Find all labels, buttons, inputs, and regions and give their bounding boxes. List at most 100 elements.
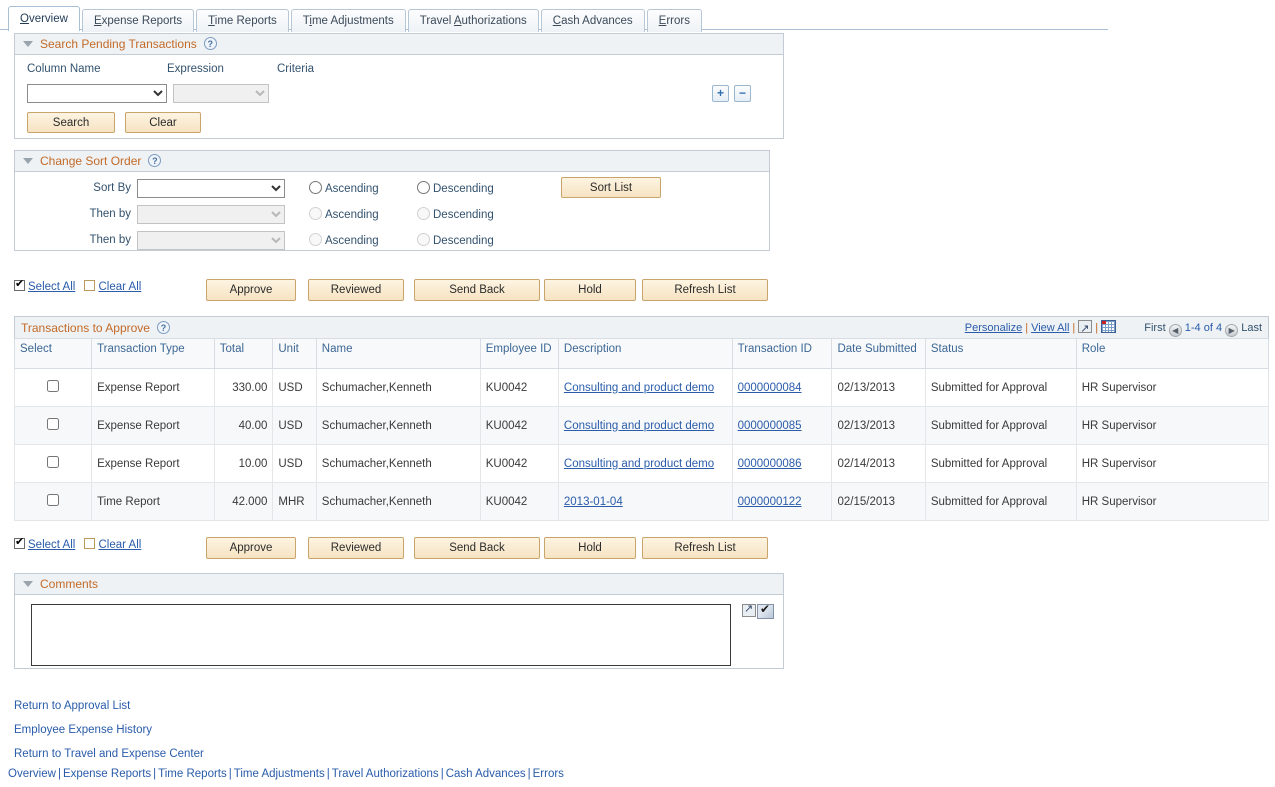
cell-description-link[interactable]: Consulting and product demo bbox=[564, 382, 714, 394]
footer-link-time-reports[interactable]: Time Reports bbox=[158, 768, 227, 780]
row-select-checkbox[interactable] bbox=[47, 494, 59, 506]
column-header-employee-id[interactable]: Employee ID bbox=[480, 339, 558, 369]
column-header-role[interactable]: Role bbox=[1076, 339, 1268, 369]
footer-link-time-adjustments[interactable]: Time Adjustments bbox=[234, 768, 325, 780]
sort-descending-option-1[interactable]: Descending bbox=[417, 181, 494, 195]
sort-select-3[interactable] bbox=[137, 231, 285, 250]
column-header-select[interactable]: Select bbox=[15, 339, 92, 369]
tab-time-adjustments[interactable]: Time Adjustments bbox=[291, 9, 406, 32]
triangle-down-icon[interactable] bbox=[23, 158, 33, 164]
cell-transaction-id[interactable]: 0000000086 bbox=[732, 445, 832, 483]
sort-ascending-option-2[interactable]: Ascending bbox=[309, 207, 379, 221]
column-name-select[interactable] bbox=[27, 84, 167, 103]
column-header-unit[interactable]: Unit bbox=[273, 339, 316, 369]
sort-ascending-radio-1[interactable] bbox=[309, 181, 322, 194]
tab-expense-reports[interactable]: Expense Reports bbox=[82, 9, 194, 32]
select-all-link-bottom[interactable]: Select All bbox=[14, 538, 75, 551]
cell-transaction-id-link[interactable]: 0000000085 bbox=[738, 420, 802, 432]
column-header-date-submitted[interactable]: Date Submitted bbox=[832, 339, 925, 369]
tab-travel-authorizations[interactable]: Travel Authorizations bbox=[408, 9, 539, 32]
cell-description-link[interactable]: Consulting and product demo bbox=[564, 420, 714, 432]
footer-link-cash-advances[interactable]: Cash Advances bbox=[446, 768, 526, 780]
add-criteria-row-button[interactable]: + bbox=[712, 85, 729, 102]
tab-time-reports[interactable]: Time Reports bbox=[196, 9, 289, 32]
delete-criteria-row-button[interactable]: − bbox=[734, 85, 751, 102]
sort-ascending-radio-2[interactable] bbox=[309, 207, 322, 220]
grid-view-icon[interactable] bbox=[1101, 320, 1116, 333]
send-back-button-top[interactable]: Send Back bbox=[414, 279, 540, 301]
sort-select-2[interactable] bbox=[137, 205, 285, 224]
question-icon[interactable]: ? bbox=[157, 321, 170, 334]
select-all-link-top[interactable]: Select All bbox=[14, 280, 75, 293]
column-header-transaction-id[interactable]: Transaction ID bbox=[732, 339, 832, 369]
row-select-checkbox[interactable] bbox=[47, 456, 59, 468]
expand-window-icon[interactable] bbox=[742, 604, 756, 617]
tab-overview[interactable]: Overview bbox=[8, 6, 80, 31]
sort-list-button[interactable]: Sort List bbox=[561, 177, 661, 198]
cell-transaction-id[interactable]: 0000000122 bbox=[732, 483, 832, 521]
prev-arrow-icon[interactable]: ◀ bbox=[1169, 324, 1182, 337]
footer-link-errors[interactable]: Errors bbox=[533, 768, 564, 780]
tab-cash-advances[interactable]: Cash Advances bbox=[541, 9, 645, 32]
sort-descending-radio-1[interactable] bbox=[417, 181, 430, 194]
column-header-description[interactable]: Description bbox=[558, 339, 732, 369]
triangle-down-icon[interactable] bbox=[23, 581, 33, 587]
tab-errors[interactable]: Errors bbox=[647, 9, 702, 32]
cell-transaction-id-link[interactable]: 0000000084 bbox=[738, 382, 802, 394]
next-arrow-icon[interactable]: ▶ bbox=[1225, 324, 1238, 337]
cell-description[interactable]: Consulting and product demo bbox=[558, 445, 732, 483]
sort-ascending-radio-3[interactable] bbox=[309, 233, 322, 246]
row-select-checkbox[interactable] bbox=[47, 380, 59, 392]
cell-transaction-id-link[interactable]: 0000000122 bbox=[738, 496, 802, 508]
clear-all-link-top[interactable]: Clear All bbox=[84, 280, 141, 293]
clear-button[interactable]: Clear bbox=[125, 112, 201, 133]
sort-descending-radio-2[interactable] bbox=[417, 207, 430, 220]
sort-descending-radio-3[interactable] bbox=[417, 233, 430, 246]
comments-textarea[interactable] bbox=[31, 604, 731, 666]
link-employee-expense-history[interactable]: Employee Expense History bbox=[14, 724, 914, 736]
link-return-to-travel-and-expense-center[interactable]: Return to Travel and Expense Center bbox=[14, 748, 914, 760]
triangle-down-icon[interactable] bbox=[23, 41, 33, 47]
reviewed-button-bottom[interactable]: Reviewed bbox=[308, 537, 404, 559]
cell-transaction-id[interactable]: 0000000084 bbox=[732, 369, 832, 407]
column-header-total[interactable]: Total bbox=[214, 339, 273, 369]
refresh-list-button-bottom[interactable]: Refresh List bbox=[642, 537, 768, 559]
approve-button-top[interactable]: Approve bbox=[206, 279, 296, 301]
refresh-list-button-top[interactable]: Refresh List bbox=[642, 279, 768, 301]
sort-ascending-option-3[interactable]: Ascending bbox=[309, 233, 379, 247]
hold-button-top[interactable]: Hold bbox=[544, 279, 636, 301]
column-header-transaction-type[interactable]: Transaction Type bbox=[92, 339, 215, 369]
reviewed-button-top[interactable]: Reviewed bbox=[308, 279, 404, 301]
sort-ascending-option-1[interactable]: Ascending bbox=[309, 181, 379, 195]
expression-select[interactable] bbox=[173, 84, 269, 103]
view-all-link[interactable]: View All bbox=[1031, 322, 1069, 334]
first-label[interactable]: First bbox=[1144, 322, 1165, 334]
personalize-link[interactable]: Personalize bbox=[965, 322, 1022, 334]
cell-description-link[interactable]: Consulting and product demo bbox=[564, 458, 714, 470]
expand-window-icon[interactable] bbox=[1078, 320, 1092, 333]
link-return-to-approval-list[interactable]: Return to Approval List bbox=[14, 700, 914, 712]
spellcheck-icon[interactable] bbox=[757, 604, 774, 619]
footer-link-expense-reports[interactable]: Expense Reports bbox=[63, 768, 151, 780]
cell-description[interactable]: Consulting and product demo bbox=[558, 369, 732, 407]
sort-select-1[interactable] bbox=[137, 179, 285, 198]
footer-link-travel-authorizations[interactable]: Travel Authorizations bbox=[332, 768, 439, 780]
cell-description[interactable]: 2013-01-04 bbox=[558, 483, 732, 521]
last-label[interactable]: Last bbox=[1241, 322, 1262, 334]
sort-descending-option-3[interactable]: Descending bbox=[417, 233, 494, 247]
hold-button-bottom[interactable]: Hold bbox=[544, 537, 636, 559]
search-button[interactable]: Search bbox=[27, 112, 115, 133]
question-icon[interactable]: ? bbox=[204, 37, 217, 50]
sort-descending-option-2[interactable]: Descending bbox=[417, 207, 494, 221]
question-icon[interactable]: ? bbox=[148, 154, 161, 167]
approve-button-bottom[interactable]: Approve bbox=[206, 537, 296, 559]
cell-description-link[interactable]: 2013-01-04 bbox=[564, 496, 623, 508]
column-header-name[interactable]: Name bbox=[316, 339, 480, 369]
column-header-status[interactable]: Status bbox=[925, 339, 1076, 369]
cell-transaction-id[interactable]: 0000000085 bbox=[732, 407, 832, 445]
cell-transaction-id-link[interactable]: 0000000086 bbox=[738, 458, 802, 470]
clear-all-link-bottom[interactable]: Clear All bbox=[84, 538, 141, 551]
cell-description[interactable]: Consulting and product demo bbox=[558, 407, 732, 445]
send-back-button-bottom[interactable]: Send Back bbox=[414, 537, 540, 559]
row-select-checkbox[interactable] bbox=[47, 418, 59, 430]
